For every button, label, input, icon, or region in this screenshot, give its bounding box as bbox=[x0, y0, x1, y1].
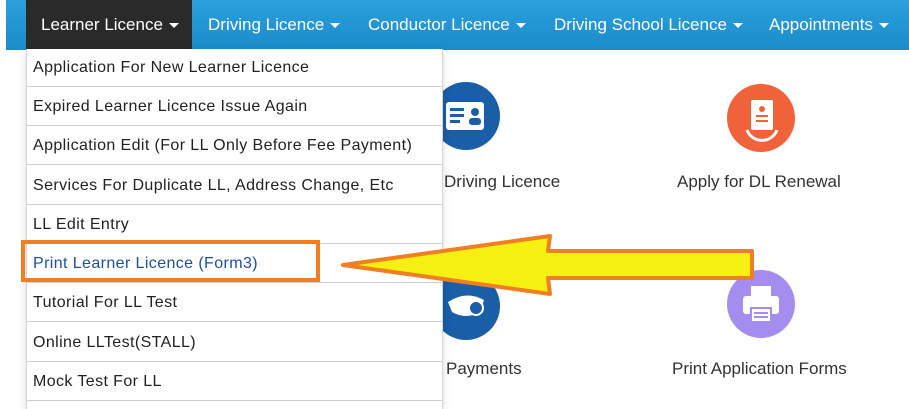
yellow-arrow-shape bbox=[341, 234, 754, 296]
pointer-arrow-annotation bbox=[341, 234, 754, 296]
